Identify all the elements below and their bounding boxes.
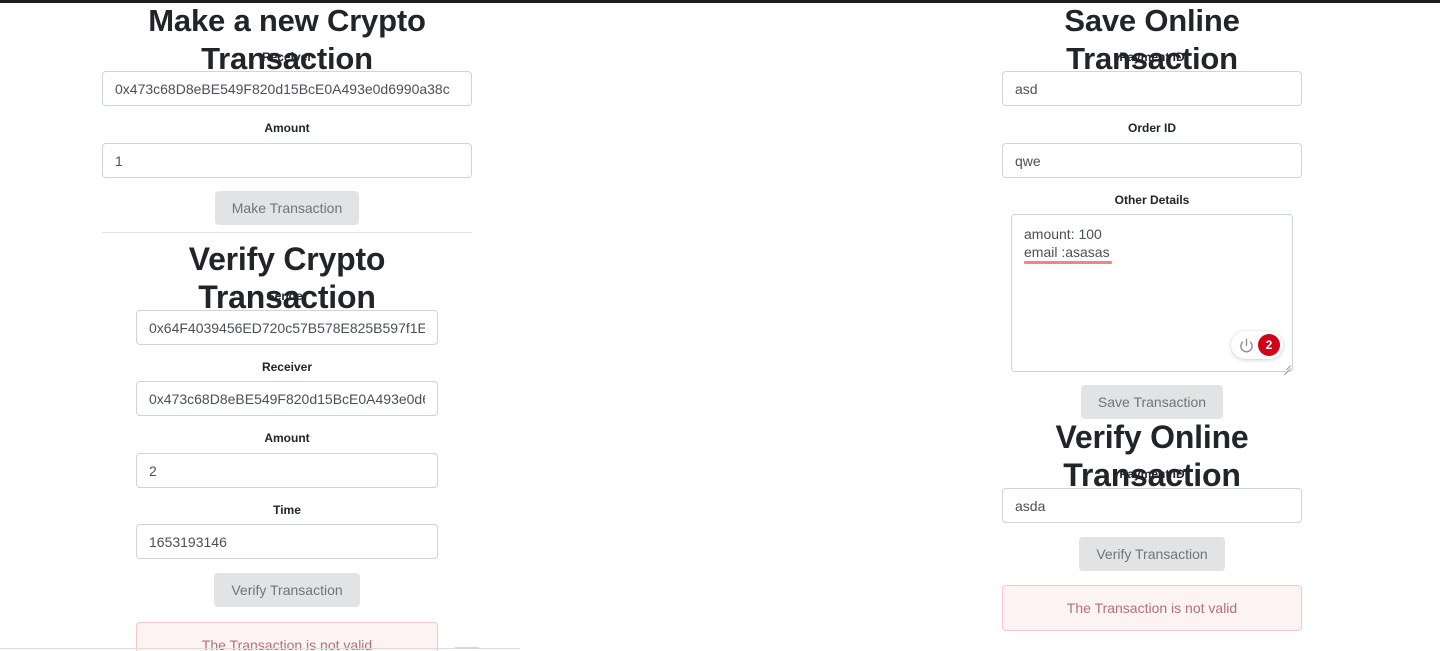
- save-online-order-id-label: Order ID: [1127, 121, 1176, 135]
- verify-online-title: Verify Online Transaction: [1055, 419, 1249, 493]
- make-crypto-button-row: Make Transaction: [102, 191, 472, 225]
- save-online-title: Save Online Transaction: [1064, 3, 1240, 76]
- save-transaction-button[interactable]: Save Transaction: [1080, 385, 1224, 419]
- verify-crypto-transaction-button[interactable]: Verify Transaction: [214, 573, 360, 607]
- verify-online-alert: The Transaction is not valid: [1002, 585, 1302, 631]
- save-online-order-id-input[interactable]: [1002, 143, 1302, 178]
- verify-crypto-time-input[interactable]: [136, 524, 438, 559]
- verify-crypto-sender-label: Sender: [266, 289, 308, 303]
- verify-online-payment-id-label: Payment ID: [1119, 467, 1185, 481]
- save-online-other-details-wrapper: 2: [1011, 214, 1293, 376]
- make-crypto-title: Make a new Crypto Transaction: [148, 3, 426, 76]
- writing-issue-count-badge: 2: [1258, 334, 1280, 356]
- writing-assistant-badge[interactable]: 2: [1231, 331, 1283, 359]
- verify-online-transaction-button[interactable]: Verify Transaction: [1079, 537, 1225, 571]
- make-crypto-amount-input[interactable]: [102, 143, 472, 178]
- verify-crypto-amount-label: Amount: [264, 431, 310, 445]
- verify-online-button-row: Verify Transaction: [1002, 537, 1302, 571]
- verify-crypto-receiver-label: Receiver: [261, 360, 313, 374]
- save-online-payment-id-label: Payment ID: [1119, 50, 1185, 64]
- make-transaction-button[interactable]: Make Transaction: [214, 191, 360, 225]
- verify-online-payment-id-input[interactable]: [1002, 488, 1302, 523]
- verify-crypto-amount-input[interactable]: [136, 453, 438, 488]
- page-bottom-rule-segment: [455, 647, 479, 649]
- make-crypto-receiver-input[interactable]: [102, 71, 472, 106]
- app-page: Make a new Crypto Transaction Receiver A…: [0, 0, 1440, 651]
- section-divider: [102, 232, 472, 233]
- save-online-payment-id-input[interactable]: [1002, 71, 1302, 106]
- power-icon: [1240, 338, 1253, 352]
- verify-crypto-title: Verify Crypto Transaction: [188, 241, 386, 315]
- verify-crypto-button-row: Verify Transaction: [136, 573, 438, 607]
- verify-crypto-alert: The Transaction is not valid: [136, 622, 438, 651]
- make-crypto-receiver-label: Receiver: [261, 50, 313, 64]
- verify-crypto-sender-input[interactable]: [136, 310, 438, 345]
- verify-crypto-time-label: Time: [273, 503, 301, 517]
- page-bottom-rule: [0, 648, 520, 649]
- make-crypto-amount-label: Amount: [264, 121, 310, 135]
- verify-crypto-receiver-input[interactable]: [136, 381, 438, 416]
- save-online-button-row: Save Transaction: [1002, 385, 1302, 419]
- save-online-other-details-label: Other Details: [1114, 193, 1190, 207]
